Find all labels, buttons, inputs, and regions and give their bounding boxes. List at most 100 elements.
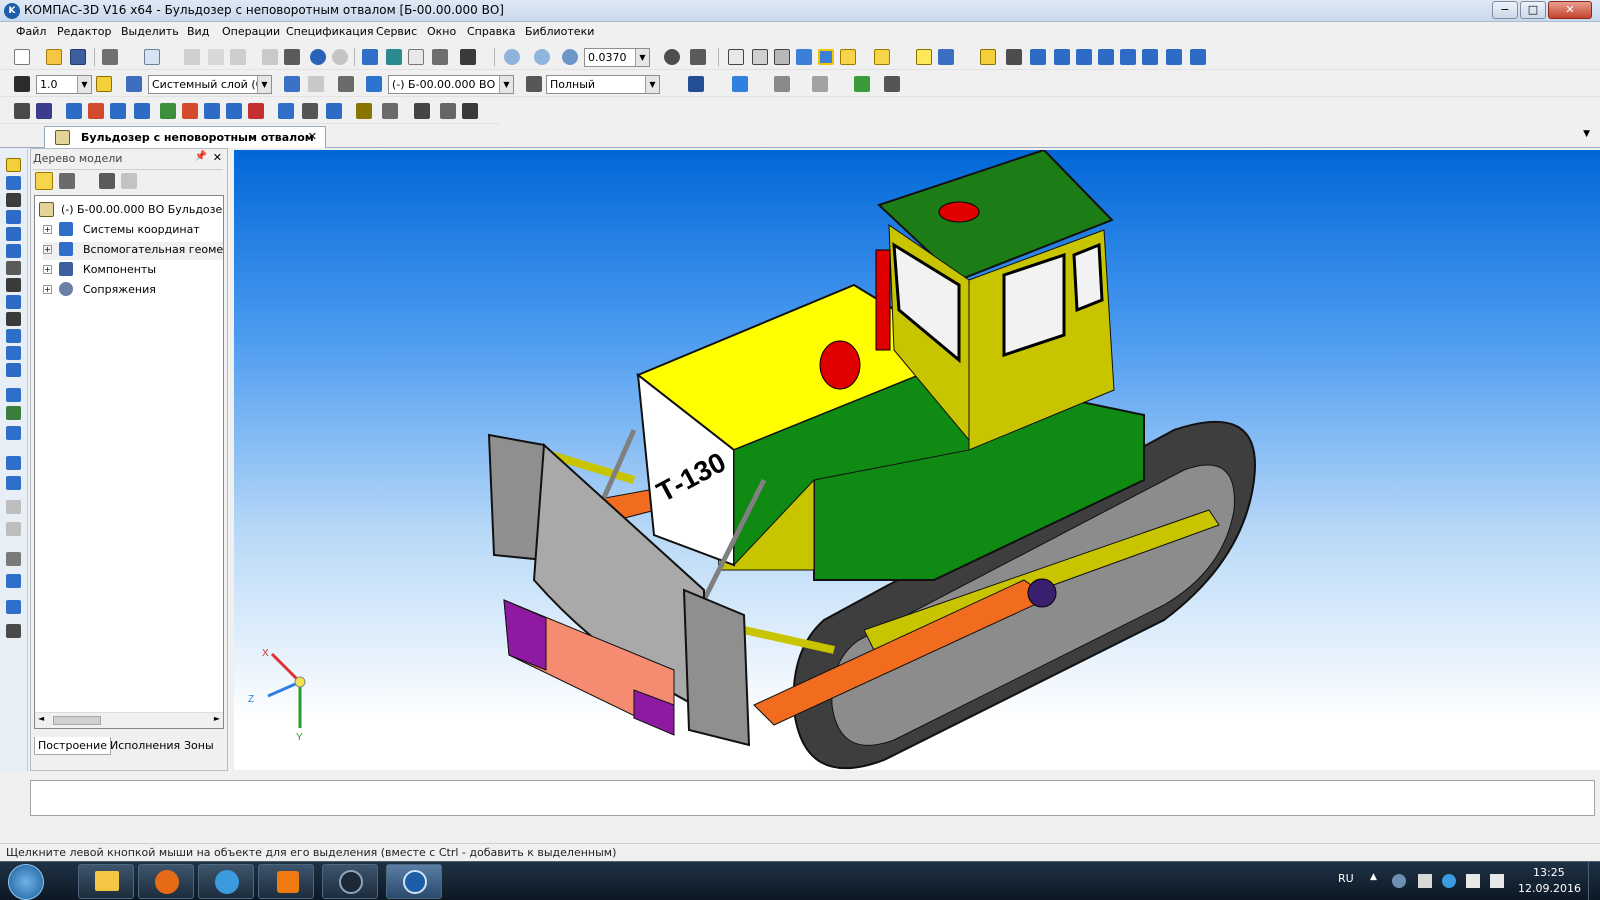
annotation-icon[interactable] [884, 76, 900, 92]
volume-tray-icon[interactable] [1490, 874, 1504, 888]
variant-icon[interactable] [366, 76, 382, 92]
panel-sheet-icon[interactable] [6, 363, 21, 377]
print-preview-icon[interactable] [144, 49, 160, 65]
taskbar-ie[interactable] [198, 864, 254, 899]
local-coords-icon[interactable] [284, 76, 300, 92]
panel-solid-icon[interactable] [6, 176, 21, 190]
cut-extrude-tool-icon[interactable] [1120, 49, 1136, 65]
panel-search-icon[interactable] [6, 552, 21, 566]
tree-mode-icon[interactable] [59, 173, 75, 189]
horizontal-scrollbar[interactable]: ◄ ► [35, 712, 223, 728]
references-icon[interactable] [414, 103, 430, 119]
expand-icon[interactable]: + [43, 225, 52, 234]
display-mode-icon[interactable] [526, 76, 542, 92]
op-cut-icon[interactable] [88, 103, 104, 119]
panel-weld-icon[interactable] [6, 476, 21, 490]
menu-view[interactable]: Вид [187, 25, 209, 38]
layer-icon[interactable] [126, 76, 142, 92]
cut-rotate-tool-icon[interactable] [1142, 49, 1158, 65]
properties-icon[interactable] [284, 49, 300, 65]
op-extrude-icon[interactable] [66, 103, 82, 119]
fillet-icon[interactable] [182, 103, 198, 119]
print-icon[interactable] [102, 49, 118, 65]
drawing-icon[interactable] [382, 103, 398, 119]
new-document-icon[interactable] [14, 49, 30, 65]
panel-animate-icon[interactable] [6, 522, 21, 536]
scroll-right-icon[interactable]: ► [214, 714, 220, 723]
extrude-tool-icon[interactable] [1030, 49, 1046, 65]
menu-service[interactable]: Сервис [376, 25, 417, 38]
open-folder-icon[interactable] [46, 49, 62, 65]
panel-edit-icon[interactable] [6, 158, 21, 172]
wireframe-icon[interactable] [728, 49, 744, 65]
component-icon[interactable] [916, 49, 932, 65]
info-icon[interactable] [462, 103, 478, 119]
menu-editor[interactable]: Редактор [57, 25, 112, 38]
variables-icon[interactable] [408, 49, 424, 65]
mirror-icon[interactable] [812, 76, 828, 92]
spec-icon[interactable] [356, 103, 372, 119]
panel-mates-icon[interactable] [6, 261, 21, 275]
zoom-in-icon[interactable] [504, 49, 520, 65]
language-indicator[interactable]: RU [1338, 872, 1354, 885]
rotate-tool-icon[interactable] [1054, 49, 1070, 65]
table-icon[interactable] [440, 103, 456, 119]
variant-combo[interactable]: (-) Б-00.00.000 ВО Б ▼ [388, 75, 514, 94]
tree-manager-icon[interactable] [362, 49, 378, 65]
tab-variants[interactable]: Исполнения [110, 739, 180, 752]
steam-tray-icon[interactable] [1392, 874, 1406, 888]
orientation-cursor-icon[interactable] [338, 76, 354, 92]
panel-library-icon[interactable] [6, 600, 21, 614]
help-pointer-icon[interactable] [460, 49, 476, 65]
panel-cable-icon[interactable] [6, 426, 21, 440]
menu-specification[interactable]: Спецификация [286, 25, 373, 38]
menu-file[interactable]: Файл [16, 25, 46, 38]
model-viewport[interactable]: Т-130 X Y Z [234, 148, 1600, 770]
shaded-icon[interactable] [796, 49, 812, 65]
panel-view-icon[interactable] [6, 388, 21, 402]
expand-icon[interactable]: + [43, 245, 52, 254]
tree-item-coordinate-systems[interactable]: + Системы координат [43, 222, 223, 240]
menu-operations[interactable]: Операции [222, 25, 280, 38]
taskbar-firefox[interactable] [138, 864, 194, 899]
zoom-window-icon[interactable] [534, 49, 550, 65]
panel-aux-geometry-icon[interactable] [6, 244, 21, 258]
menu-help[interactable]: Справка [467, 25, 515, 38]
taskbar-explorer[interactable] [78, 864, 134, 899]
scroll-thumb[interactable] [53, 716, 101, 725]
redo-icon[interactable] [332, 49, 348, 65]
measure-icon[interactable] [432, 49, 448, 65]
shell-icon[interactable] [248, 103, 264, 119]
taskbar-kompas[interactable] [386, 864, 442, 899]
layer-combo[interactable]: Системный слой (0) ▼ [148, 75, 272, 94]
expand-icon[interactable]: + [43, 285, 52, 294]
clock-time[interactable]: 13:25 [1533, 866, 1565, 879]
library-manager-icon[interactable] [386, 49, 402, 65]
bulldozer-model[interactable]: Т-130 X Y Z [234, 148, 1600, 770]
panel-arrays-icon[interactable] [6, 227, 21, 241]
array-icon[interactable] [774, 76, 790, 92]
close-tab-button[interactable]: ✕ [308, 130, 317, 143]
step-combo[interactable]: 1.0 ▼ [36, 75, 92, 94]
flag-tray-icon[interactable] [1466, 874, 1480, 888]
panel-pipe-icon[interactable] [6, 406, 21, 420]
start-button[interactable] [8, 864, 44, 900]
hidden-lines-icon[interactable] [752, 49, 768, 65]
taskbar-steam[interactable] [322, 864, 378, 899]
edit-in-place-icon[interactable] [938, 49, 954, 65]
tab-document[interactable]: Бульдозер с неповоротным отвалом ✕ [44, 126, 326, 148]
taskbar-media-player[interactable] [258, 864, 314, 899]
maximize-button[interactable]: □ [1520, 1, 1546, 19]
sketch-icon[interactable] [36, 103, 52, 119]
tree-structure-icon[interactable] [35, 172, 53, 190]
op-rotate-icon[interactable] [110, 103, 126, 119]
network-tray-icon[interactable] [1418, 874, 1432, 888]
orientation-icon[interactable] [690, 49, 706, 65]
command-bar[interactable] [30, 780, 1595, 816]
save-icon[interactable] [70, 49, 86, 65]
tree-item-mates[interactable]: + Сопряжения [43, 282, 223, 300]
menu-libraries[interactable]: Библиотеки [525, 25, 594, 38]
surface-icon[interactable] [688, 76, 704, 92]
zoom-combo[interactable]: 0.0370 ▼ [584, 48, 650, 67]
close-button[interactable]: ✕ [1548, 1, 1592, 19]
